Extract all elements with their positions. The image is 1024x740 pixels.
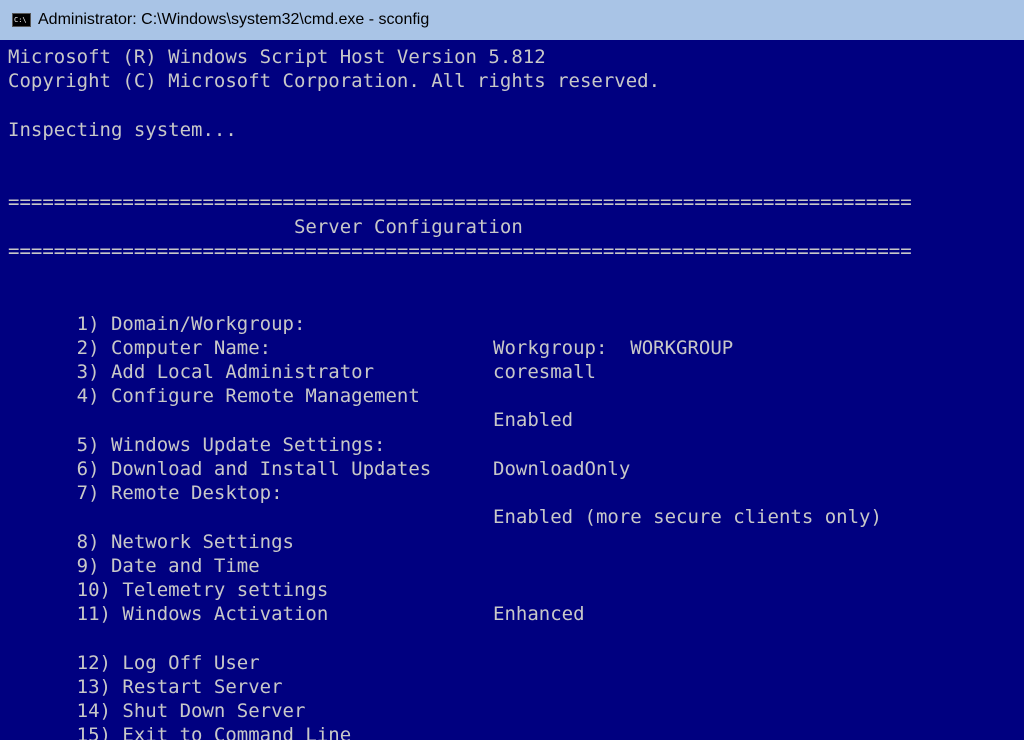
menu-item-domain-workgroup: 1) Domain/Workgroup: Workgroup: WORKGROU…	[8, 288, 734, 359]
menu-item-windows-activation: 11) Windows Activation	[8, 578, 329, 625]
window-title: Administrator: C:\Windows\system32\cmd.e…	[38, 11, 430, 28]
menu-value: Workgroup: WORKGROUP	[493, 337, 734, 359]
menu-value: Enhanced	[493, 603, 585, 625]
menu-label: 11) Windows Activation	[76, 603, 329, 625]
section-title: Server Configuration	[8, 216, 523, 238]
console-output[interactable]: Microsoft (R) Windows Script Host Versio…	[8, 45, 1018, 740]
menu-value: Enabled	[493, 409, 574, 431]
header-version-line: Microsoft (R) Windows Script Host Versio…	[8, 46, 546, 68]
menu-item-computer-name: 2) Computer Name: coresmall	[8, 312, 596, 383]
separator-bottom: ========================================…	[8, 240, 912, 262]
separator-top: ========================================…	[8, 191, 912, 213]
inspecting-line: Inspecting system...	[8, 119, 237, 141]
menu-label: 15) Exit to Command Line	[76, 724, 352, 740]
menu-item-network-settings: 8) Network Settings	[8, 506, 294, 553]
menu-item-exit-to-cmd: 15) Exit to Command Line	[8, 699, 352, 740]
menu-item-telemetry: 10) Telemetry settings Enhanced	[8, 554, 585, 625]
menu-item-windows-update-settings: 5) Windows Update Settings: DownloadOnly	[8, 409, 631, 480]
header-copyright-line: Copyright (C) Microsoft Corporation. All…	[8, 70, 661, 92]
menu-label: 7) Remote Desktop:	[76, 482, 283, 504]
console-window: C:\ Administrator: C:\Windows\system32\c…	[0, 0, 1024, 740]
menu-item-restart: 13) Restart Server	[8, 651, 283, 698]
menu-value: coresmall	[493, 361, 596, 383]
menu-value: Enabled (more secure clients only)	[493, 506, 882, 528]
menu-item-date-time: 9) Date and Time	[8, 530, 260, 577]
title-bar[interactable]: C:\ Administrator: C:\Windows\system32\c…	[0, 0, 1024, 40]
menu-item-remote-management: 4) Configure Remote Management Enabled	[8, 360, 573, 431]
menu-item-log-off: 12) Log Off User	[8, 627, 260, 674]
menu-item-shut-down: 14) Shut Down Server	[8, 675, 306, 722]
menu-label: 4) Configure Remote Management	[76, 385, 420, 407]
menu-item-add-local-admin: 3) Add Local Administrator	[8, 336, 374, 383]
menu-value: DownloadOnly	[493, 458, 631, 480]
menu-item-download-updates: 6) Download and Install Updates	[8, 433, 432, 480]
cmd-icon: C:\	[12, 13, 31, 27]
menu-item-remote-desktop: 7) Remote Desktop: Enabled (more secure …	[8, 457, 882, 528]
